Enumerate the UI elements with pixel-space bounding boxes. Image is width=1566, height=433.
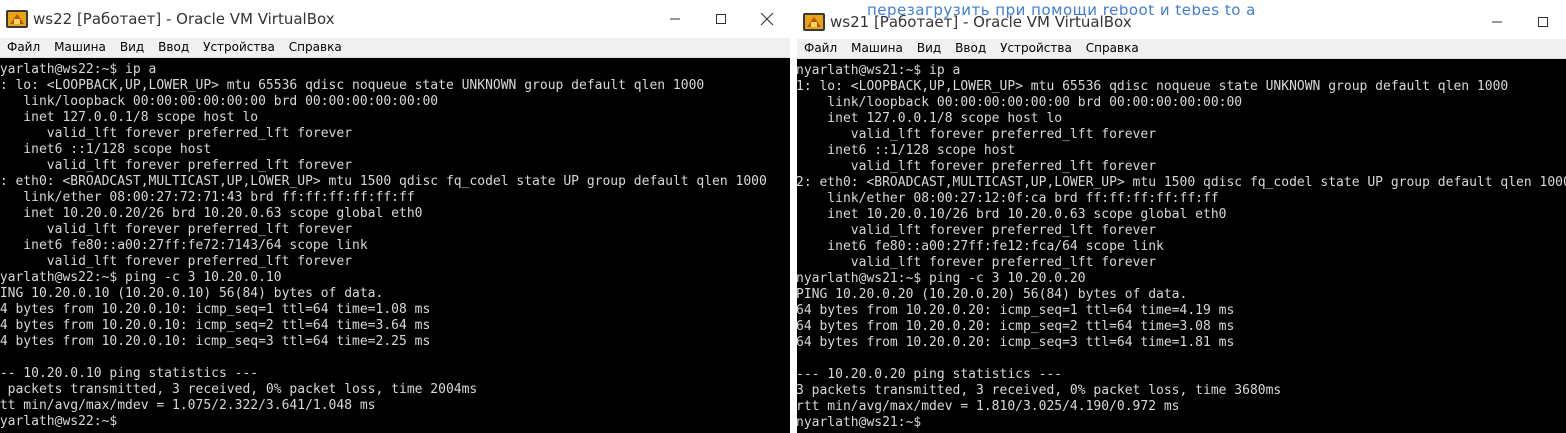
terminal-line: 64 bytes from 10.20.0.10: icmp_seq=2 ttl… <box>0 318 431 333</box>
terminal-line: nyarlath@ws21:~$ <box>797 415 922 430</box>
terminal-line: link/loopback 00:00:00:00:00:00 brd 00:0… <box>797 95 1243 110</box>
terminal-line: inet 10.20.0.20/26 brd 10.20.0.63 scope … <box>0 206 423 221</box>
terminal-line: valid_lft forever preferred_lft forever <box>797 223 1157 238</box>
maximize-icon <box>1538 17 1548 27</box>
terminal-line: 2: eth0: <BROADCAST,MULTICAST,UP,LOWER_U… <box>0 174 767 189</box>
terminal-line: inet6 ::1/128 scope host <box>0 142 212 157</box>
terminal-line: rtt min/avg/max/mdev = 1.075/2.322/3.641… <box>0 398 376 413</box>
terminal-line: 2: eth0: <BROADCAST,MULTICAST,UP,LOWER_U… <box>797 175 1566 190</box>
close-icon <box>760 12 774 26</box>
virtualbox-icon <box>802 10 826 34</box>
terminal-line: inet6 fe80::a00:27ff:fe12:fca/64 scope l… <box>797 239 1164 254</box>
vm-window-ws21: перезагрузить при помощи reboot и tebes … <box>797 5 1566 433</box>
menu-file[interactable]: Файл <box>797 39 844 58</box>
close-button[interactable] <box>744 0 790 38</box>
background-text: перезагрузить при помощи reboot и tebes … <box>867 5 1256 19</box>
terminal-line: valid_lft forever preferred_lft forever <box>0 126 353 141</box>
terminal-line: --- 10.20.0.20 ping statistics --- <box>797 367 1063 382</box>
menu-bar: Файл Машина Вид Ввод Устройства Справка <box>0 38 790 58</box>
menu-bar: Файл Машина Вид Ввод Устройства Справка <box>797 39 1566 59</box>
terminal-line: link/ether 08:00:27:12:0f:ca brd ff:ff:f… <box>797 191 1219 206</box>
terminal-line: valid_lft forever preferred_lft forever <box>0 254 353 269</box>
virtualbox-icon <box>5 7 29 31</box>
terminal-output: nyarlath@ws22:~$ ip a 1: lo: <LOOPBACK,UP… <box>0 58 790 430</box>
window-controls <box>652 0 790 38</box>
terminal-line: nyarlath@ws22:~$ ping -c 3 10.20.0.10 <box>0 270 282 285</box>
terminal-line: valid_lft forever preferred_lft forever <box>797 159 1157 174</box>
terminal-line: link/ether 08:00:27:72:71:43 brd ff:ff:f… <box>0 190 415 205</box>
terminal-line: inet 10.20.0.10/26 brd 10.20.0.63 scope … <box>797 207 1227 222</box>
terminal-line: nyarlath@ws21:~$ ping -c 3 10.20.0.20 <box>797 271 1086 286</box>
menu-view[interactable]: Вид <box>910 39 948 58</box>
terminal-line: inet 127.0.0.1/8 scope host lo <box>0 110 259 125</box>
terminal-line: nyarlath@ws22:~$ ip a <box>0 62 157 77</box>
terminal-line: 64 bytes from 10.20.0.10: icmp_seq=1 ttl… <box>0 302 431 317</box>
terminal-line: valid_lft forever preferred_lft forever <box>0 222 353 237</box>
terminal-line: --- 10.20.0.10 ping statistics --- <box>0 366 259 381</box>
maximize-button[interactable] <box>698 0 744 38</box>
minimize-icon <box>1492 21 1502 23</box>
title-bar[interactable]: перезагрузить при помощи reboot и tebes … <box>797 5 1566 39</box>
maximize-icon <box>716 14 726 24</box>
menu-file[interactable]: Файл <box>0 38 47 57</box>
menu-help[interactable]: Справка <box>1079 39 1146 58</box>
terminal-line: link/loopback 00:00:00:00:00:00 brd 00:0… <box>0 94 439 109</box>
menu-input[interactable]: Ввод <box>948 39 993 58</box>
minimize-button[interactable] <box>652 0 698 38</box>
terminal-line: inet 127.0.0.1/8 scope host lo <box>797 111 1063 126</box>
terminal-line: valid_lft forever preferred_lft forever <box>797 127 1157 142</box>
terminal-line: valid_lft forever preferred_lft forever <box>0 158 353 173</box>
minimize-button[interactable] <box>1474 5 1520 39</box>
terminal-line: rtt min/avg/max/mdev = 1.810/3.025/4.190… <box>797 399 1180 414</box>
terminal-line: 64 bytes from 10.20.0.20: icmp_seq=2 ttl… <box>797 319 1235 334</box>
terminal-line: inet6 ::1/128 scope host <box>797 143 1016 158</box>
minimize-icon <box>670 18 680 20</box>
terminal-line: PING 10.20.0.20 (10.20.0.20) 56(84) byte… <box>797 287 1188 302</box>
menu-help[interactable]: Справка <box>282 38 349 57</box>
terminal-output: nyarlath@ws21:~$ ip a 1: lo: <LOOPBACK,UP… <box>797 59 1566 431</box>
terminal-line: inet6 fe80::a00:27ff:fe72:7143/64 scope … <box>0 238 368 253</box>
menu-devices[interactable]: Устройства <box>196 38 282 57</box>
window-gap <box>790 0 797 433</box>
terminal-line: 3 packets transmitted, 3 received, 0% pa… <box>797 383 1282 398</box>
terminal-line: nyarlath@ws21:~$ ip a <box>797 63 961 78</box>
terminal-screen[interactable]: nyarlath@ws21:~$ ip a 1: lo: <LOOPBACK,UP… <box>797 59 1566 433</box>
window-controls <box>1474 5 1566 39</box>
menu-devices[interactable]: Устройства <box>993 39 1079 58</box>
terminal-screen[interactable]: nyarlath@ws22:~$ ip a 1: lo: <LOOPBACK,UP… <box>0 58 790 433</box>
vm-window-ws22: ws22 [Работает] - Oracle VM VirtualBox Ф… <box>0 0 790 433</box>
maximize-button[interactable] <box>1520 5 1566 39</box>
terminal-line: nyarlath@ws22:~$ <box>0 414 118 429</box>
title-bar[interactable]: ws22 [Работает] - Oracle VM VirtualBox <box>0 0 790 38</box>
window-title: ws22 [Работает] - Oracle VM VirtualBox <box>33 10 335 28</box>
terminal-line: 3 packets transmitted, 3 received, 0% pa… <box>0 382 478 397</box>
terminal-line: PING 10.20.0.10 (10.20.0.10) 56(84) byte… <box>0 286 384 301</box>
terminal-line: 64 bytes from 10.20.0.10: icmp_seq=3 ttl… <box>0 334 431 349</box>
terminal-line: 1: lo: <LOOPBACK,UP,LOWER_UP> mtu 65536 … <box>797 79 1509 94</box>
terminal-line: valid_lft forever preferred_lft forever <box>797 255 1157 270</box>
menu-input[interactable]: Ввод <box>151 38 196 57</box>
terminal-line: 64 bytes from 10.20.0.20: icmp_seq=3 ttl… <box>797 335 1235 350</box>
menu-view[interactable]: Вид <box>113 38 151 57</box>
menu-machine[interactable]: Машина <box>844 39 910 58</box>
terminal-line: 64 bytes from 10.20.0.20: icmp_seq=1 ttl… <box>797 303 1235 318</box>
menu-machine[interactable]: Машина <box>47 38 113 57</box>
terminal-line: 1: lo: <LOOPBACK,UP,LOWER_UP> mtu 65536 … <box>0 78 705 93</box>
